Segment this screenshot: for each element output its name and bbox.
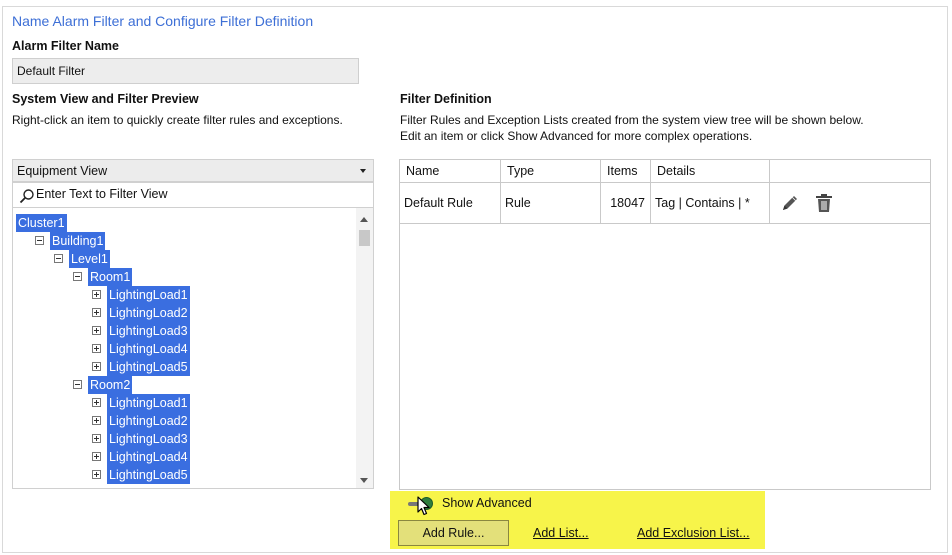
filter-view-placeholder: Enter Text to Filter View bbox=[36, 187, 168, 201]
expand-plus-icon[interactable] bbox=[92, 308, 101, 317]
view-select[interactable]: Equipment View bbox=[12, 159, 374, 182]
collapse-minus-icon[interactable] bbox=[73, 272, 82, 281]
tree-node-label: LightingLoad1 bbox=[107, 394, 190, 412]
tree-scrollbar[interactable] bbox=[356, 208, 373, 488]
page-title: Name Alarm Filter and Configure Filter D… bbox=[12, 13, 314, 29]
tree-node-label: Cluster1 bbox=[16, 214, 67, 232]
filter-view-input[interactable]: Enter Text to Filter View bbox=[12, 182, 374, 208]
rule-items-cell: 18047 bbox=[601, 183, 651, 223]
expand-plus-icon[interactable] bbox=[92, 398, 101, 407]
tree-node-label: LightingLoad2 bbox=[107, 304, 190, 322]
collapse-minus-icon[interactable] bbox=[73, 380, 82, 389]
grid-header: Name Type Items Details bbox=[400, 160, 930, 183]
tree-node-label: LightingLoad2 bbox=[107, 412, 190, 430]
definition-hint-line2: Edit an item or click Show Advanced for … bbox=[400, 129, 753, 143]
tree-node-label: Building1 bbox=[50, 232, 106, 250]
expand-plus-icon[interactable] bbox=[92, 326, 101, 335]
chevron-down-icon bbox=[360, 169, 366, 173]
filter-definition-grid: Name Type Items Details Default Rule Rul… bbox=[399, 159, 931, 490]
add-rule-button[interactable]: Add Rule... bbox=[398, 520, 509, 546]
alarm-filter-name-label: Alarm Filter Name bbox=[12, 39, 119, 53]
show-advanced-label[interactable]: Show Advanced bbox=[442, 496, 532, 510]
expand-plus-icon[interactable] bbox=[92, 344, 101, 353]
tree-node-label: Room2 bbox=[88, 376, 133, 394]
table-row[interactable]: Default Rule Rule 18047 Tag | Contains |… bbox=[400, 183, 930, 224]
view-select-value: Equipment View bbox=[17, 164, 108, 178]
rule-details-cell: Tag | Contains | * bbox=[651, 183, 770, 223]
definition-hint-line1: Filter Rules and Exception Lists created… bbox=[400, 113, 864, 127]
trash-icon[interactable] bbox=[815, 193, 833, 213]
expand-plus-icon[interactable] bbox=[92, 434, 101, 443]
add-list-link[interactable]: Add List... bbox=[533, 526, 589, 540]
definition-heading: Filter Definition bbox=[400, 92, 492, 106]
pencil-icon[interactable] bbox=[780, 193, 800, 213]
scroll-down-icon[interactable] bbox=[360, 478, 368, 483]
tree-node-label: LightingLoad3 bbox=[107, 322, 190, 340]
column-header-name[interactable]: Name bbox=[400, 160, 501, 183]
tree-node-label: LightingLoad1 bbox=[107, 286, 190, 304]
scroll-thumb[interactable] bbox=[359, 230, 370, 246]
collapse-minus-icon[interactable] bbox=[54, 254, 63, 263]
tree-node-label: LightingLoad4 bbox=[107, 340, 190, 358]
tree-node-label: LightingLoad5 bbox=[107, 466, 190, 484]
column-header-type[interactable]: Type bbox=[501, 160, 601, 183]
tree-node-label: LightingLoad3 bbox=[107, 430, 190, 448]
system-view-tree[interactable]: Cluster1 Building1 Level1 Room1 LightingLoad… bbox=[12, 208, 374, 489]
tree-node-label: LightingLoad4 bbox=[107, 448, 190, 466]
column-header-details[interactable]: Details bbox=[651, 160, 770, 183]
scroll-up-icon[interactable] bbox=[360, 217, 368, 222]
mouse-cursor-icon bbox=[417, 496, 430, 516]
rule-type-cell: Rule bbox=[501, 183, 601, 223]
expand-plus-icon[interactable] bbox=[92, 452, 101, 461]
column-header-items[interactable]: Items bbox=[601, 160, 651, 183]
alarm-filter-name-input[interactable] bbox=[12, 58, 359, 84]
tree-node-label: Room1 bbox=[88, 268, 133, 286]
collapse-minus-icon[interactable] bbox=[35, 236, 44, 245]
expand-plus-icon[interactable] bbox=[92, 290, 101, 299]
rule-name-cell: Default Rule bbox=[400, 183, 501, 223]
expand-plus-icon[interactable] bbox=[92, 416, 101, 425]
column-header-actions bbox=[770, 160, 930, 183]
preview-heading: System View and Filter Preview bbox=[12, 92, 199, 106]
search-icon bbox=[19, 189, 34, 204]
add-exclusion-list-link[interactable]: Add Exclusion List... bbox=[637, 526, 750, 540]
tree-node-label: LightingLoad5 bbox=[107, 358, 190, 376]
preview-hint: Right-click an item to quickly create fi… bbox=[12, 113, 343, 127]
expand-plus-icon[interactable] bbox=[92, 362, 101, 371]
tree-node-label: Level1 bbox=[69, 250, 110, 268]
expand-plus-icon[interactable] bbox=[92, 470, 101, 479]
